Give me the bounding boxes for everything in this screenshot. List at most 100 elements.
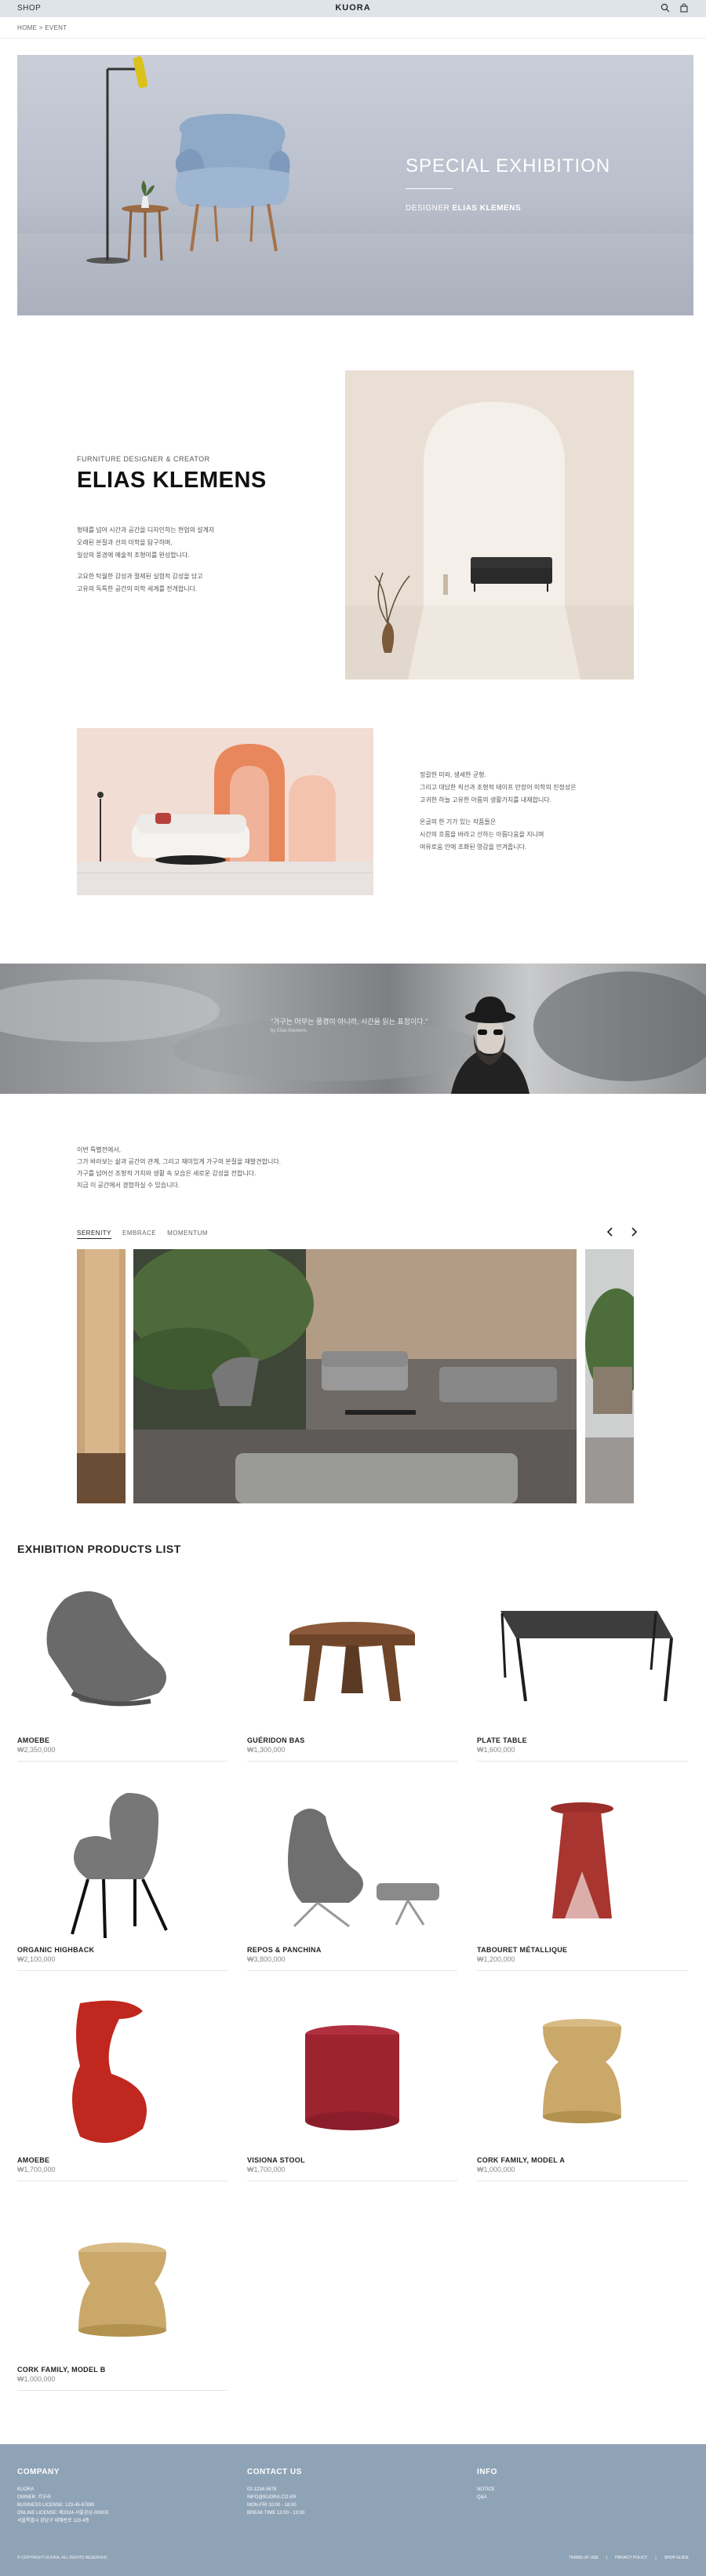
footer-text: MON-FRI 10:00 - 18:00	[247, 2503, 297, 2508]
designer-photo-arch	[345, 370, 634, 680]
footer-contact-title: CONTACT US	[247, 2468, 302, 2476]
search-icon[interactable]	[661, 3, 670, 13]
product-name[interactable]: VISIONA STOOL	[247, 2156, 305, 2164]
footer-company: COMPANY KUORA OWNER: 키우라 BUSINESS LICENS…	[17, 2468, 109, 2525]
product-name[interactable]: GUÉRIDON BAS	[247, 1736, 305, 1744]
footer-info-title: INFO	[477, 2468, 497, 2476]
divider	[477, 1970, 687, 1971]
site-footer: COMPANY KUORA OWNER: 키우라 BUSINESS LICENS…	[0, 2444, 706, 2576]
hero-illustration	[86, 56, 290, 264]
product-name[interactable]: ORGANIC HIGHBACK	[17, 1946, 94, 1954]
product-name[interactable]: TABOURET MÉTALLIQUE	[477, 1946, 567, 1954]
product-card[interactable]: PLATE TABLE ₩1,600,000	[477, 1576, 687, 1762]
hero-title: SPECIAL EXHIBITION	[406, 155, 611, 177]
designer2-paragraph-2: 온글의 한 기가 있는 작품들은 시간의 흐름을 바라고 선하는 아름다움을 지니…	[420, 818, 544, 851]
designer-subtitle: FURNITURE DESIGNER & CREATOR	[77, 455, 210, 463]
product-image[interactable]	[17, 1995, 227, 2152]
product-price: ₩1,000,000	[477, 2166, 515, 2173]
terms-link[interactable]: TERMS OF USE	[569, 2556, 599, 2560]
hero-designer: DESIGNER ELIAS KLEMENS	[406, 204, 522, 213]
divider	[477, 1761, 687, 1762]
footer-link-notice[interactable]: NOTICE	[477, 2486, 497, 2494]
quote-text: "가구는 머무는 풍경이 아니라, 시간을 읽는 표정이다."	[271, 1018, 428, 1026]
gallery-tabs: SERENITY EMBRACE MOMENTUM	[77, 1230, 208, 1239]
tab-momentum[interactable]: MOMENTUM	[167, 1230, 208, 1239]
footer-info: INFO NOTICE Q&A	[477, 2468, 497, 2501]
product-name[interactable]: CORK FAMILY, MODEL A	[477, 2156, 565, 2164]
product-card[interactable]: AMOEBE ₩2,350,000	[17, 1576, 227, 1762]
quote-band: "가구는 머무는 풍경이 아니라, 시간을 읽는 표정이다." by Elias…	[0, 964, 706, 1094]
products-section-title: EXHIBITION PRODUCTS LIST	[17, 1543, 181, 1555]
product-card[interactable]: REPOS & PANCHINA ₩3,800,000	[247, 1785, 457, 1971]
footer-text: OWNER: 키우라	[17, 2495, 51, 2500]
product-image[interactable]	[247, 1995, 457, 2152]
divider	[17, 1761, 227, 1762]
gallery-arrows	[604, 1226, 640, 1238]
product-price: ₩1,700,000	[17, 2166, 56, 2173]
product-name[interactable]: REPOS & PANCHINA	[247, 1946, 322, 1954]
footer-phone[interactable]: 02-1234-5678	[247, 2486, 304, 2494]
product-name[interactable]: AMOEBE	[17, 2156, 49, 2164]
product-price: ₩2,350,000	[17, 1746, 56, 1754]
product-card[interactable]: CORK FAMILY, MODEL A ₩1,000,000	[477, 1995, 687, 2181]
product-name[interactable]: CORK FAMILY, MODEL B	[17, 2366, 106, 2374]
chevron-left-icon[interactable]	[604, 1226, 617, 1238]
copyright: © COPYRIGHT KUORA. ALL RIGHTS RESERVED.	[17, 2556, 108, 2560]
product-price: ₩1,200,000	[477, 1955, 515, 1963]
footer-text: ONLINE LICENSE: 제2024-서울강남-0000호	[17, 2511, 109, 2516]
product-card[interactable]: GUÉRIDON BAS ₩1,300,000	[247, 1576, 457, 1762]
product-name[interactable]: AMOEBE	[17, 1736, 49, 1744]
product-card[interactable]: VISIONA STOOL ₩1,700,000	[247, 1995, 457, 2181]
product-image[interactable]	[477, 1785, 687, 1942]
footer-text: KUORA	[17, 2487, 35, 2492]
quote-author: by Elias Klemens	[271, 1029, 308, 1033]
divider	[247, 1761, 457, 1762]
product-card[interactable]: ORGANIC HIGHBACK ₩2,100,000	[17, 1785, 227, 1971]
exhibition-intro: 이번 특별전에서, 그가 바라보는 삶과 공간의 관계, 그리고 재미있게 가구의…	[77, 1146, 281, 1189]
product-card[interactable]: TABOURET MÉTALLIQUE ₩1,200,000	[477, 1785, 687, 1971]
divider	[17, 2390, 227, 2391]
product-card[interactable]: AMOEBE ₩1,700,000	[17, 1995, 227, 2181]
designer-paragraph-2: 고요한 탁월한 감성과 절제된 실험적 감성을 담고 고유의 독특한 공간의 미학…	[77, 573, 203, 592]
sofa-photo	[77, 728, 373, 895]
designer-paragraph-1: 형태를 넘어 시간과 공간을 디자인하는 현업의 설계자 오래된 본질과 선의 미…	[77, 526, 215, 559]
hero-banner: SPECIAL EXHIBITION DESIGNER ELIAS KLEMEN…	[17, 55, 693, 315]
product-price: ₩1,000,000	[17, 2375, 56, 2383]
product-image[interactable]	[247, 1785, 457, 1942]
privacy-link[interactable]: PRIVACY POLICY	[615, 2556, 647, 2560]
shop-guide-link[interactable]: SHOP GUIDE	[664, 2556, 689, 2560]
site-logo[interactable]: KUORA	[0, 3, 706, 13]
product-image[interactable]	[247, 1576, 457, 1733]
footer-text: 서울특별시 강남구 테헤란로 123 4층	[17, 2519, 89, 2523]
product-image[interactable]	[17, 1576, 227, 1733]
gallery-slide-next[interactable]	[585, 1249, 634, 1503]
footer-email[interactable]: INFO@KUORA.CO.KR	[247, 2494, 304, 2501]
footer-links: TERMS OF USE | PRIVACY POLICY | SHOP GUI…	[569, 2556, 689, 2560]
product-image[interactable]	[477, 1995, 687, 2152]
gallery-slide-main[interactable]	[133, 1249, 577, 1503]
designer2-paragraph-1: 정갈한 미와, 생세한 균형. 그리고 대담한 직선과 조형적 테이프 만장어 미…	[420, 771, 577, 803]
bag-icon[interactable]	[679, 3, 689, 13]
product-image[interactable]	[17, 2205, 227, 2362]
footer-link-qna[interactable]: Q&A	[477, 2494, 497, 2501]
product-name[interactable]: PLATE TABLE	[477, 1736, 527, 1744]
product-price: ₩1,700,000	[247, 2166, 286, 2173]
chevron-right-icon[interactable]	[628, 1226, 640, 1238]
separator: |	[655, 2556, 657, 2560]
gallery-slide-prev[interactable]	[77, 1249, 126, 1503]
product-price: ₩2,100,000	[17, 1955, 56, 1963]
product-card[interactable]: CORK FAMILY, MODEL B ₩1,000,000	[17, 2205, 227, 2391]
footer-text: BREAK TIME 12:00 - 13:00	[247, 2511, 305, 2516]
footer-text: BUSINESS LICENSE: 123-45-67890	[17, 2503, 95, 2508]
tab-serenity[interactable]: SERENITY	[77, 1230, 112, 1239]
product-price: ₩1,300,000	[247, 1746, 286, 1754]
product-image[interactable]	[17, 1785, 227, 1942]
tab-embrace[interactable]: EMBRACE	[122, 1230, 156, 1239]
separator: |	[606, 2556, 608, 2560]
product-image[interactable]	[477, 1576, 687, 1733]
divider	[17, 1970, 227, 1971]
product-price: ₩3,800,000	[247, 1955, 286, 1963]
breadcrumb[interactable]: HOME > EVENT	[17, 24, 67, 31]
top-bar: SHOP KUORA	[0, 0, 706, 17]
designer-name: ELIAS KLEMENS	[77, 468, 267, 493]
